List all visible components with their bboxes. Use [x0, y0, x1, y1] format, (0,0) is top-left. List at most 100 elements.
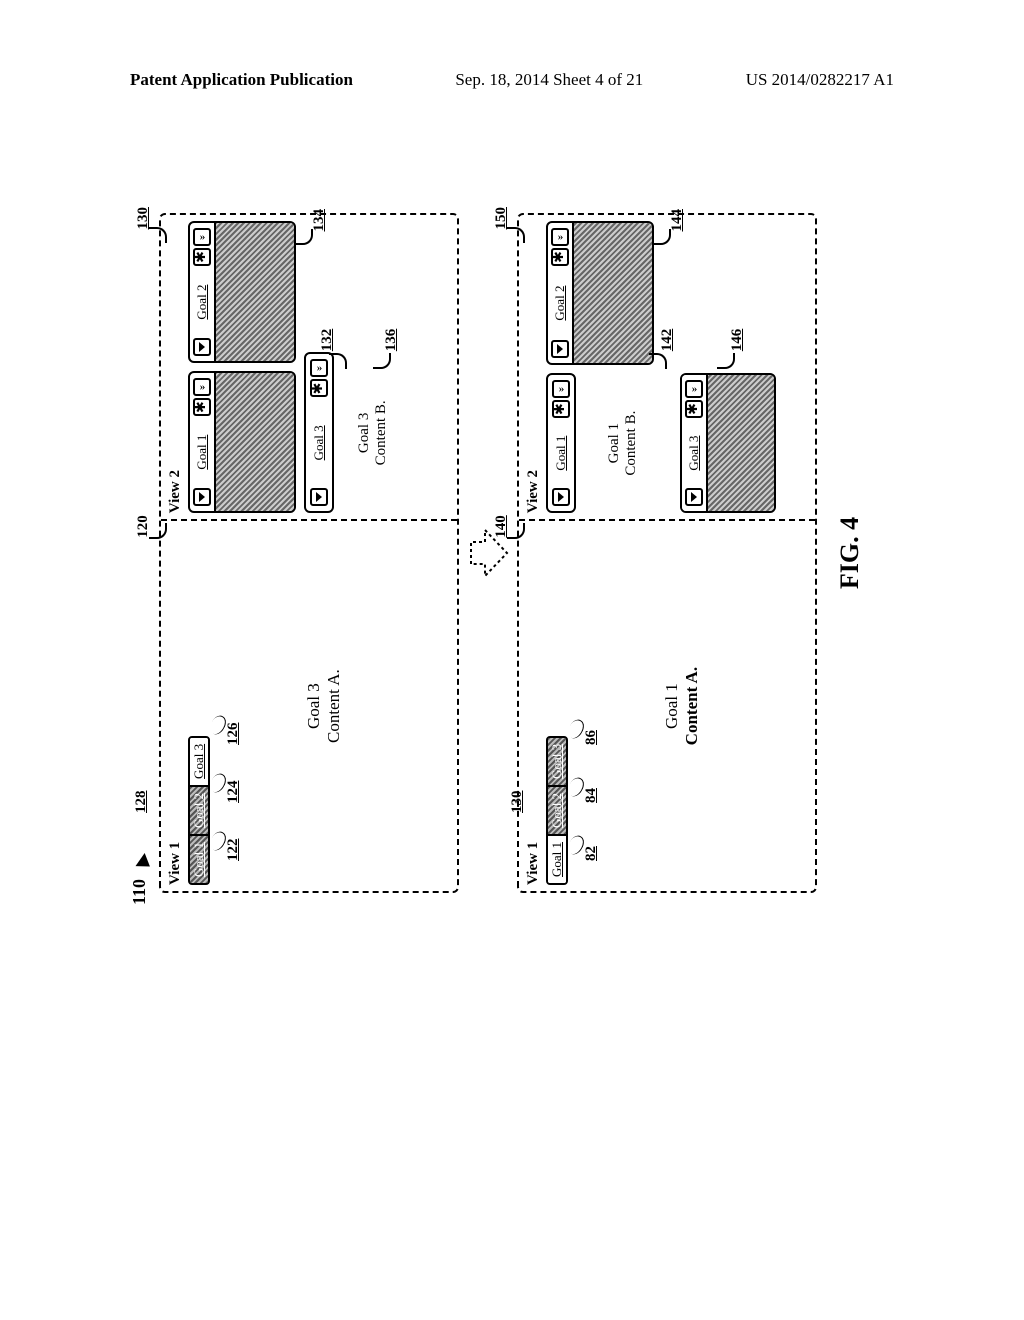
- gear-icon[interactable]: [310, 380, 328, 398]
- expand-icon[interactable]: [310, 360, 328, 378]
- widget-row: Goal 1 Goal 1 Content B. Goal 2: [546, 221, 662, 513]
- gear-icon[interactable]: [193, 248, 211, 266]
- widget-goal1-body: Goal 1 Content B.: [584, 373, 654, 513]
- view2: 130 View 2 Goal 1 Goal 2: [161, 215, 457, 519]
- view2: 150 View 2 Goal 1 Goal 1 Co: [519, 215, 815, 519]
- tab-goal3[interactable]: Goal 3: [548, 738, 566, 785]
- view1: 120 View 1 Goal 1 Goal 2 Goal 3 122 124 …: [161, 519, 457, 891]
- content-line: Goal 3: [356, 357, 373, 510]
- tab-label: Goal 1: [549, 842, 565, 877]
- ref-110: 110: [129, 879, 150, 905]
- gear-icon[interactable]: [685, 400, 703, 418]
- arrow-icon: [135, 853, 161, 879]
- chevron-down-icon[interactable]: [685, 488, 703, 506]
- figure-label: FIG. 4: [835, 213, 865, 893]
- tab-label: Goal 3: [191, 744, 207, 779]
- header-right: US 2014/0282217 A1: [746, 70, 894, 90]
- ref-128: 128: [133, 791, 150, 814]
- tab-label: Goal 1: [191, 842, 207, 877]
- tab-label: Goal 2: [549, 793, 565, 828]
- widget-title: Goal 2: [552, 267, 568, 339]
- leader-icon: [149, 227, 167, 243]
- ref-134: 134: [311, 209, 328, 232]
- chevron-down-icon[interactable]: [552, 488, 570, 506]
- widget-goal3-header[interactable]: Goal 3: [304, 353, 334, 514]
- gear-icon[interactable]: [551, 248, 569, 266]
- widget-goal2[interactable]: Goal 2: [546, 221, 654, 365]
- expand-icon[interactable]: [685, 380, 703, 398]
- leader-icon: [565, 775, 587, 799]
- header-center: Sep. 18, 2014 Sheet 4 of 21: [455, 70, 643, 90]
- widget-title: Goal 1: [553, 419, 569, 487]
- view1-content: Goal 1 Content A.: [662, 521, 702, 891]
- view2-title: View 2: [167, 221, 184, 513]
- widget-title: Goal 3: [311, 399, 327, 488]
- figure: 110 128 120 View 1 Goal 1 Goal 2 Goal 3 …: [159, 213, 865, 893]
- ref-122: 122: [225, 839, 242, 862]
- leader-icon: [507, 227, 525, 243]
- widget-row: Goal 1 Goal 2: [188, 221, 304, 513]
- content-line: Goal 1: [662, 521, 682, 891]
- widget-goal3-collapsed[interactable]: Goal 3: [680, 373, 776, 513]
- chevron-down-icon[interactable]: [193, 338, 211, 356]
- tab-label: Goal 3: [549, 744, 565, 779]
- chevron-down-icon[interactable]: [310, 488, 328, 506]
- gear-icon[interactable]: [193, 398, 211, 416]
- content-line: Content A.: [682, 521, 702, 891]
- view1-title: View 1: [167, 527, 184, 885]
- tab-goal1[interactable]: Goal 1: [190, 834, 208, 883]
- ref-86: 86: [583, 730, 600, 745]
- ref-132: 132: [319, 329, 336, 352]
- gear-icon[interactable]: [552, 400, 570, 418]
- chevron-down-icon[interactable]: [193, 488, 211, 506]
- widget-goal1-header[interactable]: Goal 1: [546, 373, 576, 513]
- expand-icon[interactable]: [193, 228, 211, 246]
- tab-label: Goal 2: [191, 793, 207, 828]
- tab-goal2[interactable]: Goal 2: [190, 785, 208, 834]
- chevron-down-icon[interactable]: [551, 340, 569, 358]
- widget-header: Goal 2: [190, 223, 216, 361]
- content-line: Goal 3: [304, 521, 324, 891]
- tab-goal3[interactable]: Goal 3: [190, 738, 208, 785]
- widget-goal2[interactable]: Goal 2: [188, 221, 296, 363]
- arrow-down-icon: [469, 528, 509, 578]
- tab-goal2[interactable]: Goal 2: [548, 785, 566, 834]
- view1-title: View 1: [525, 527, 542, 885]
- tab-bar: Goal 1 Goal 2 Goal 3: [188, 736, 210, 885]
- leader-icon: [565, 717, 587, 741]
- ref-82: 82: [583, 846, 600, 861]
- widget-header: Goal 1: [190, 373, 216, 511]
- ref-136: 136: [383, 329, 400, 352]
- widget-header: Goal 2: [548, 223, 574, 363]
- widget-title: Goal 1: [194, 417, 210, 487]
- content-line: Goal 1: [606, 377, 623, 509]
- view2-title: View 2: [525, 221, 542, 513]
- leader-icon: [207, 713, 229, 737]
- ref-120: 120: [135, 515, 152, 538]
- expand-icon[interactable]: [552, 380, 570, 398]
- state-2: 140 View 1 Goal 1 Goal 2 Goal 3 82 84 86…: [517, 213, 817, 893]
- view1: 140 View 1 Goal 1 Goal 2 Goal 3 82 84 86…: [519, 519, 815, 891]
- view1-content: Goal 3 Content A.: [304, 521, 344, 891]
- header-left: Patent Application Publication: [130, 70, 353, 90]
- widget-header: Goal 1: [548, 375, 574, 511]
- content-line: Content B.: [373, 357, 390, 510]
- state-1: 120 View 1 Goal 1 Goal 2 Goal 3 122 124 …: [159, 213, 459, 893]
- leader-icon: [565, 833, 587, 857]
- transition-arrow: [469, 213, 509, 893]
- widget-title: Goal 3: [686, 419, 702, 487]
- widget-goal1[interactable]: Goal 1: [188, 371, 296, 513]
- leader-icon: [207, 829, 229, 853]
- expand-icon[interactable]: [551, 228, 569, 246]
- page-header: Patent Application Publication Sep. 18, …: [0, 70, 1024, 90]
- content-line: Content B.: [623, 377, 640, 509]
- widget-title: Goal 2: [194, 267, 210, 337]
- leader-icon: [149, 523, 167, 539]
- ref-84: 84: [583, 788, 600, 803]
- expand-icon[interactable]: [193, 378, 211, 396]
- widget-header: Goal 3: [306, 355, 332, 512]
- content-line: Content A.: [324, 521, 344, 891]
- tab-goal1[interactable]: Goal 1: [548, 834, 566, 883]
- ref-124: 124: [225, 781, 242, 804]
- widget-goal3-body: Goal 3 Content B.: [342, 353, 404, 514]
